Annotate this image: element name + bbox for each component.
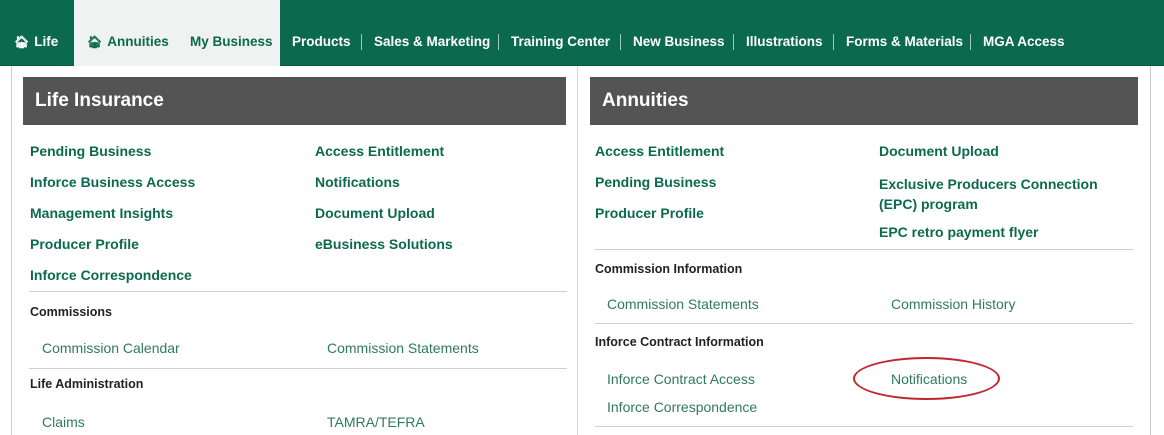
life-link-inforce-business-access[interactable]: Inforce Business Access	[30, 174, 195, 190]
life-link-notifications[interactable]: Notifications	[315, 174, 400, 190]
nav-forms-materials[interactable]: Forms & Materials	[846, 0, 963, 66]
annuities-link-commission-history[interactable]: Commission History	[891, 296, 1015, 312]
annuities-link-pending-business[interactable]: Pending Business	[595, 174, 716, 190]
nav-training-center[interactable]: Training Center	[511, 0, 610, 66]
life-link-document-upload[interactable]: Document Upload	[315, 205, 435, 221]
nav-illustrations[interactable]: Illustrations	[746, 0, 823, 66]
nav-my-business[interactable]: My Business	[190, 0, 273, 66]
life-link-management-insights[interactable]: Management Insights	[30, 205, 173, 221]
divider	[595, 249, 1133, 250]
commission-information-heading: Commission Information	[595, 262, 743, 276]
nav-sales-marketing[interactable]: Sales & Marketing	[374, 0, 490, 66]
nav-separator	[833, 34, 834, 50]
nav-annuities[interactable]: 🏠︎ Annuities	[87, 0, 169, 66]
life-link-pending-business[interactable]: Pending Business	[30, 143, 151, 159]
annuities-header: Annuities	[590, 77, 1138, 125]
annuities-link-inforce-contract-access[interactable]: Inforce Contract Access	[607, 371, 755, 387]
life-link-ebusiness-solutions[interactable]: eBusiness Solutions	[315, 236, 453, 252]
divider	[29, 368, 567, 369]
annuities-link-producer-profile[interactable]: Producer Profile	[595, 205, 704, 221]
life-link-commission-calendar[interactable]: Commission Calendar	[42, 340, 180, 356]
nav-separator	[498, 34, 499, 50]
column-divider	[577, 66, 578, 435]
nav-separator	[620, 34, 621, 50]
life-link-commission-statements[interactable]: Commission Statements	[327, 340, 479, 356]
commissions-heading: Commissions	[30, 305, 112, 319]
annuities-link-commission-statements[interactable]: Commission Statements	[607, 296, 759, 312]
life-link-inforce-correspondence[interactable]: Inforce Correspondence	[30, 267, 192, 283]
nav-separator	[733, 34, 734, 50]
inforce-contract-information-heading: Inforce Contract Information	[595, 335, 764, 349]
annuities-link-access-entitlement[interactable]: Access Entitlement	[595, 143, 724, 159]
nav-separator	[361, 34, 362, 50]
nav-products[interactable]: Products	[292, 0, 351, 66]
nav-separator	[970, 34, 971, 50]
divider	[595, 426, 1133, 427]
annuities-link-epc-retro-flyer[interactable]: EPC retro payment flyer	[879, 224, 1039, 240]
life-insurance-header: Life Insurance	[23, 77, 566, 125]
annuities-link-document-upload[interactable]: Document Upload	[879, 143, 999, 159]
life-link-claims[interactable]: Claims	[42, 414, 85, 430]
highlight-circle-annotation	[853, 357, 1000, 400]
home-icon: 🏠︎	[87, 35, 103, 49]
nav-new-business[interactable]: New Business	[633, 0, 725, 66]
divider	[595, 323, 1133, 324]
annuities-link-inforce-correspondence[interactable]: Inforce Correspondence	[607, 399, 757, 415]
life-link-access-entitlement[interactable]: Access Entitlement	[315, 143, 444, 159]
nav-life[interactable]: 🏠︎ Life	[14, 0, 58, 66]
nav-mga-access[interactable]: MGA Access	[983, 0, 1065, 66]
life-link-tamra-tefra[interactable]: TAMRA/TEFRA	[327, 414, 425, 430]
divider	[29, 291, 567, 292]
life-administration-heading: Life Administration	[30, 377, 144, 391]
home-icon: 🏠︎	[14, 35, 30, 49]
annuities-link-epc-program[interactable]: Exclusive Producers Connection (EPC) pro…	[879, 174, 1119, 214]
top-navigation: 🏠︎ Life 🏠︎ Annuities My Business Products …	[0, 0, 1164, 66]
life-link-producer-profile[interactable]: Producer Profile	[30, 236, 139, 252]
